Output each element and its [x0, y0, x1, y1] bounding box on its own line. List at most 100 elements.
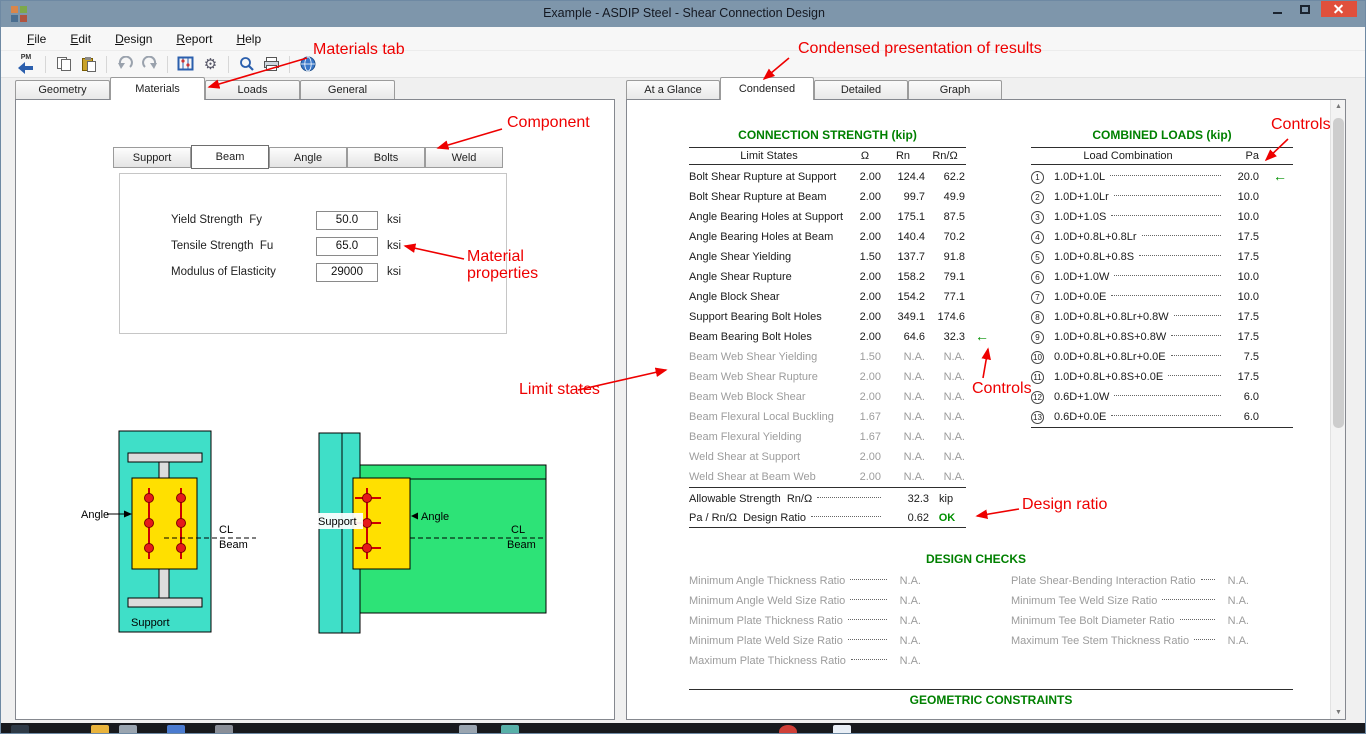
- diagram2-cl-label: CL: [511, 524, 525, 536]
- zoom-button[interactable]: [235, 53, 258, 76]
- divider-line: [689, 527, 966, 528]
- results-tab[interactable]: Detailed: [814, 80, 908, 99]
- taskbar-icon[interactable]: [91, 725, 109, 734]
- redo-button[interactable]: [138, 53, 161, 76]
- copy-button[interactable]: [52, 53, 75, 76]
- limit-state-name: Weld Shear at Support: [689, 451, 849, 463]
- rn-omega-value: 87.5: [925, 211, 965, 223]
- close-button[interactable]: [1321, 1, 1357, 17]
- dot-leader: [811, 516, 881, 517]
- start-button[interactable]: [11, 725, 29, 734]
- taskbar-icon[interactable]: [833, 725, 851, 734]
- note-material-properties: Material properties: [467, 248, 551, 282]
- connection-diagrams: Angle CL Beam Support Support Angle CL B…: [61, 421, 561, 661]
- results-tab[interactable]: Condensed: [720, 77, 814, 100]
- combination-number: 12: [1031, 391, 1044, 404]
- rn-omega-value: 91.8: [925, 251, 965, 263]
- strength-row: Beam Flexural Local Buckling 1.67 N.A. N…: [689, 407, 965, 427]
- pa-value: 20.0: [1225, 171, 1259, 183]
- taskbar-icon[interactable]: [501, 725, 519, 734]
- strength-title: CONNECTION STRENGTH (kip): [689, 128, 966, 142]
- component-button[interactable]: Support: [113, 147, 191, 168]
- results-tab[interactable]: Graph: [908, 80, 1002, 99]
- rn-omega-value: N.A.: [925, 471, 965, 483]
- results-scrollbar[interactable]: ▲ ▼: [1330, 100, 1345, 719]
- design-checks-title: DESIGN CHECKS: [689, 552, 1263, 566]
- divider-line: [689, 487, 966, 488]
- strength-row: Support Bearing Bolt Holes 2.00 349.1 17…: [689, 307, 965, 327]
- rn-omega-value: N.A.: [925, 451, 965, 463]
- diagram2-support-label: Support: [318, 516, 357, 528]
- left-tab[interactable]: Loads: [205, 80, 300, 99]
- combination-formula: 1.0D+1.0L: [1054, 171, 1105, 183]
- menu-item[interactable]: Edit: [58, 29, 103, 49]
- design-checks-left: Minimum Angle Thickness Ratio N.A. Minim…: [689, 571, 921, 671]
- taskbar-icon[interactable]: [167, 725, 185, 734]
- taskbar-icon[interactable]: [459, 725, 477, 734]
- left-tabstrip: Geometry Materials Loads General: [15, 77, 395, 100]
- component-button[interactable]: Weld: [425, 147, 503, 168]
- scroll-down-icon[interactable]: ▼: [1331, 709, 1346, 716]
- rn-omega-value: 49.9: [925, 191, 965, 203]
- minimize-icon: [1273, 12, 1282, 14]
- component-button[interactable]: Beam: [191, 145, 269, 169]
- strength-row: Angle Block Shear 2.00 154.2 77.1 ←: [689, 287, 965, 307]
- menu-item[interactable]: Design: [103, 29, 164, 49]
- combination-formula: 0.0D+0.8L+0.8Lr+0.0E: [1054, 351, 1166, 363]
- left-tab[interactable]: General: [300, 80, 395, 99]
- rn-omega-value: 32.3: [925, 331, 965, 343]
- strength-row: Beam Web Shear Rupture 2.00 N.A. N.A. ←: [689, 367, 965, 387]
- rn-value: 137.7: [881, 251, 925, 263]
- combination-number: 11: [1031, 371, 1044, 384]
- diagram2-angle-label: Angle: [421, 511, 449, 523]
- menu-item[interactable]: Report: [164, 29, 224, 49]
- pa-value: 17.5: [1225, 331, 1259, 343]
- scrollbar-thumb[interactable]: [1333, 118, 1344, 428]
- left-tab[interactable]: Materials: [110, 77, 205, 100]
- taskbar-icon[interactable]: [215, 725, 233, 734]
- taskbar-icon[interactable]: [779, 725, 797, 734]
- omega-value: 2.00: [849, 231, 881, 243]
- taskbar-icon[interactable]: [119, 725, 137, 734]
- combination-formula: 1.0D+0.0E: [1054, 291, 1106, 303]
- material-fields: Yield Strength Fy 50.0 ksi Tensile Stren…: [171, 207, 471, 285]
- component-buttons: Support Beam Angle Bolts Weld: [113, 147, 503, 169]
- minimize-button[interactable]: [1263, 1, 1291, 17]
- limit-state-name: Angle Block Shear: [689, 291, 849, 303]
- design-tool-button[interactable]: [174, 53, 197, 76]
- rn-omega-value: 79.1: [925, 271, 965, 283]
- field-input[interactable]: 65.0: [316, 237, 378, 256]
- omega-value: 2.00: [849, 171, 881, 183]
- field-label: Yield Strength Fy: [171, 214, 316, 226]
- omega-value: 2.00: [849, 451, 881, 463]
- pm-tool-button[interactable]: PM: [13, 52, 39, 77]
- rn-value: 154.2: [881, 291, 925, 303]
- scroll-up-icon[interactable]: ▲: [1331, 103, 1346, 110]
- combination-number: 5: [1031, 251, 1044, 264]
- dot-leader: [1111, 295, 1221, 296]
- results-tab[interactable]: At a Glance: [626, 80, 720, 99]
- combination-number: 3: [1031, 211, 1044, 224]
- rn-value: 158.2: [881, 271, 925, 283]
- print-button[interactable]: [260, 53, 283, 76]
- component-button[interactable]: Angle: [269, 147, 347, 168]
- left-tab[interactable]: Geometry: [15, 80, 110, 99]
- field-input[interactable]: 50.0: [316, 211, 378, 230]
- diagram1-cl-label: CL: [219, 524, 233, 536]
- strength-row: Angle Shear Yielding 1.50 137.7 91.8 ←: [689, 247, 965, 267]
- titlebar: Example - ASDIP Steel - Shear Connection…: [1, 1, 1366, 27]
- limit-state-name: Bolt Shear Rupture at Support: [689, 171, 849, 183]
- field-input[interactable]: 29000: [316, 263, 378, 282]
- settings-button[interactable]: ⚙: [199, 53, 222, 76]
- menu-item[interactable]: File: [15, 29, 58, 49]
- maximize-button[interactable]: [1291, 1, 1319, 17]
- diagram2-beam-label: Beam: [507, 539, 536, 551]
- undo-button[interactable]: [113, 53, 136, 76]
- omega-value: 2.00: [849, 371, 881, 383]
- load-combination-row: 9 1.0D+0.8L+0.8S+0.8W 17.5 ←: [1031, 327, 1259, 347]
- paste-button[interactable]: [77, 53, 100, 76]
- dot-leader: [1174, 315, 1221, 316]
- menu-item[interactable]: Help: [224, 29, 273, 49]
- component-button[interactable]: Bolts: [347, 147, 425, 168]
- dot-leader: [848, 639, 887, 640]
